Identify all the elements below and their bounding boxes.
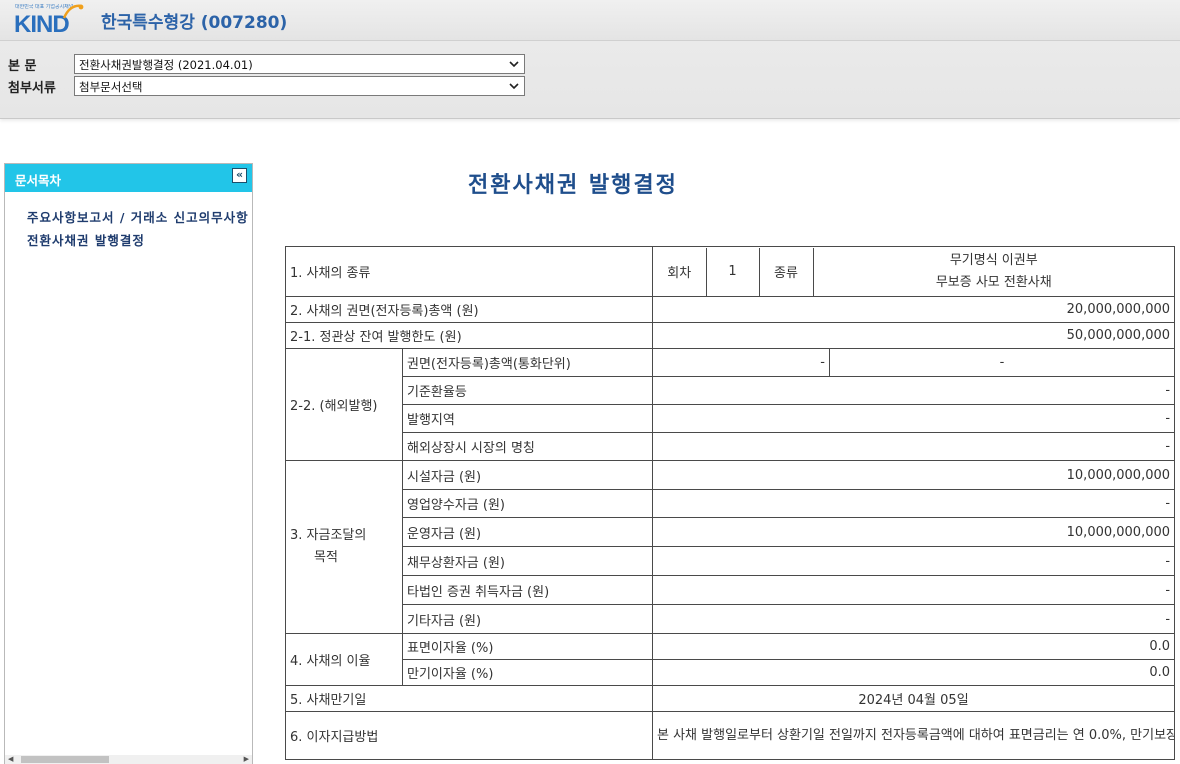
table-row: 기준환율등 - bbox=[286, 376, 1176, 405]
body-select-value: 전환사채권발행결정 (2021.04.01) bbox=[79, 58, 253, 72]
table-row: 1. 사채의 종류 회차 1 종류 무기명식 이권부 무보증 사모 전환사채 bbox=[285, 246, 1176, 297]
table-row: 기타자금 (원) - bbox=[286, 604, 1176, 634]
chevron-down-icon bbox=[509, 61, 519, 68]
table-of-contents-panel: 문서목차 « 주요사항보고서 / 거래소 신고의무사항 전환사채권 발행결정 ◀… bbox=[4, 163, 253, 764]
row-value: 20,000,000,000 bbox=[651, 296, 1176, 323]
row-label: 5. 사채만기일 bbox=[285, 685, 653, 712]
row-value: 본 사채 발행일로부터 상환기일 전일까지 전자등록금액에 대하여 표면금리는 … bbox=[651, 711, 1176, 760]
table-row: 2. 사채의 권면(전자등록)총액 (원) 20,000,000,000 bbox=[285, 296, 1176, 323]
row-label: 2-2. (해외발행) bbox=[285, 348, 403, 461]
table-row: 영업양수자금 (원) - bbox=[286, 489, 1176, 518]
sub-value: - bbox=[651, 432, 1176, 461]
table-row: 타법인 증권 취득자금 (원) - bbox=[286, 575, 1176, 605]
scroll-left-arrow-icon[interactable]: ◀ bbox=[8, 755, 13, 763]
sub-currency: - bbox=[828, 348, 1176, 377]
round-label: 회차 bbox=[653, 247, 707, 296]
chevron-down-icon bbox=[509, 83, 519, 90]
sub-label: 해외상장시 시장의 명칭 bbox=[402, 432, 653, 461]
row-label: 2-1. 정관상 잔여 발행한도 (원) bbox=[285, 322, 653, 349]
sub-label: 발행지역 bbox=[402, 404, 653, 433]
sub-value: 0.0 bbox=[651, 659, 1176, 686]
row-value: 2024년 04월 05일 bbox=[651, 685, 1176, 712]
sub-label: 채무상환자금 (원) bbox=[402, 546, 653, 576]
sub-value: - bbox=[651, 604, 1176, 634]
bond-type-cell: 회차 1 종류 무기명식 이권부 무보증 사모 전환사채 bbox=[651, 246, 1176, 297]
collapse-sidebar-icon[interactable]: « bbox=[232, 168, 247, 183]
row-label: 2. 사채의 권면(전자등록)총액 (원) bbox=[285, 296, 653, 323]
company-name: 한국특수형강 (007280) bbox=[101, 13, 288, 33]
attach-select-label: 첨부서류 bbox=[8, 81, 56, 96]
attach-select-value: 첨부문서선택 bbox=[79, 80, 143, 94]
table-row: 발행지역 - bbox=[286, 404, 1176, 433]
table-row: 운영자금 (원) 10,000,000,000 bbox=[286, 517, 1176, 547]
logo-wordmark: KIND bbox=[14, 11, 70, 38]
sub-label: 만기이자율 (%) bbox=[402, 659, 653, 686]
toc-item-report[interactable]: 주요사항보고서 / 거래소 신고의무사항 bbox=[27, 207, 252, 226]
kind-value: 무기명식 이권부 무보증 사모 전환사채 bbox=[813, 248, 1174, 296]
body-document-select[interactable]: 전환사채권발행결정 (2021.04.01) bbox=[74, 54, 525, 74]
round-value: 1 bbox=[706, 247, 760, 296]
table-row: 6. 이자지급방법 본 사채 발행일로부터 상환기일 전일까지 전자등록금액에 … bbox=[285, 711, 1176, 760]
sub-label: 표면이자율 (%) bbox=[402, 633, 653, 660]
sub-label: 권면(전자등록)총액(통화단위) bbox=[402, 348, 653, 377]
sub-label: 시설자금 (원) bbox=[402, 460, 653, 490]
kind-logo[interactable]: 대한민국 대표 기업공시채널 KIND bbox=[14, 2, 84, 38]
purpose-label-line-1: 3. 자금조달의 bbox=[290, 528, 367, 543]
sub-value: - bbox=[651, 575, 1176, 605]
top-header: 대한민국 대표 기업공시채널 KIND 한국특수형강 (007280) 본 문 … bbox=[0, 0, 1180, 119]
sub-value: - bbox=[652, 348, 830, 377]
row-label: 6. 이자지급방법 bbox=[285, 711, 653, 760]
table-row: 2-2. (해외발행) 권면(전자등록)총액(통화단위) - - bbox=[285, 348, 1176, 461]
table-row: 해외상장시 시장의 명칭 - bbox=[286, 432, 1176, 461]
table-row: 5. 사채만기일 2024년 04월 05일 bbox=[285, 685, 1176, 712]
toc-header: 문서목차 « bbox=[5, 164, 252, 192]
sub-label: 기준환율등 bbox=[402, 376, 653, 405]
kind-label: 종류 bbox=[759, 247, 814, 296]
attachment-select[interactable]: 첨부문서선택 bbox=[74, 76, 525, 96]
row-label: 1. 사채의 종류 bbox=[285, 246, 653, 297]
table-row: 3. 자금조달의 목적 시설자금 (원) 10,000,000,000 bbox=[285, 460, 1176, 634]
sub-label: 기타자금 (원) bbox=[402, 604, 653, 634]
kind-line-2: 무보증 사모 전환사채 bbox=[935, 274, 1052, 290]
sub-value: 10,000,000,000 bbox=[651, 517, 1176, 547]
row-value: 50,000,000,000 bbox=[651, 322, 1176, 349]
scroll-right-arrow-icon[interactable]: ▶ bbox=[244, 755, 249, 763]
kind-line-1: 무기명식 이권부 bbox=[949, 252, 1038, 268]
logo-swoosh-icon bbox=[62, 4, 84, 19]
toc-item-cb-decision[interactable]: 전환사채권 발행결정 bbox=[27, 230, 252, 249]
sub-label: 영업양수자금 (원) bbox=[402, 489, 653, 518]
table-row: 4. 사채의 이율 표면이자율 (%) 0.0 bbox=[285, 633, 1176, 686]
horizontal-scrollbar[interactable]: ◀ ▶ bbox=[5, 755, 252, 764]
sub-value: - bbox=[651, 489, 1176, 518]
table-row: 만기이자율 (%) 0.0 bbox=[286, 659, 1176, 686]
sub-label: 타법인 증권 취득자금 (원) bbox=[402, 575, 653, 605]
sub-value: 0.0 bbox=[651, 633, 1176, 660]
sub-label: 운영자금 (원) bbox=[402, 517, 653, 547]
sub-value: 10,000,000,000 bbox=[651, 460, 1176, 490]
sub-value: - bbox=[651, 404, 1176, 433]
table-row: 2-1. 정관상 잔여 발행한도 (원) 50,000,000,000 bbox=[285, 322, 1176, 349]
toc-title: 문서목차 bbox=[15, 173, 62, 188]
disclosure-table: 1. 사채의 종류 회차 1 종류 무기명식 이권부 무보증 사모 전환사채 2… bbox=[285, 246, 1176, 760]
scrollbar-thumb[interactable] bbox=[21, 756, 109, 763]
table-row: 채무상환자금 (원) - bbox=[286, 546, 1176, 576]
document-title: 전환사채권 발행결정 bbox=[468, 173, 678, 198]
body-select-label: 본 문 bbox=[8, 59, 37, 74]
purpose-label-line-2: 목적 bbox=[314, 550, 338, 565]
row-label: 4. 사채의 이율 bbox=[285, 633, 403, 686]
sub-value: - bbox=[651, 376, 1176, 405]
row-label: 3. 자금조달의 목적 bbox=[285, 460, 403, 634]
sub-value: - bbox=[651, 546, 1176, 576]
title-bar: 대한민국 대표 기업공시채널 KIND 한국특수형강 (007280) bbox=[0, 0, 1180, 41]
